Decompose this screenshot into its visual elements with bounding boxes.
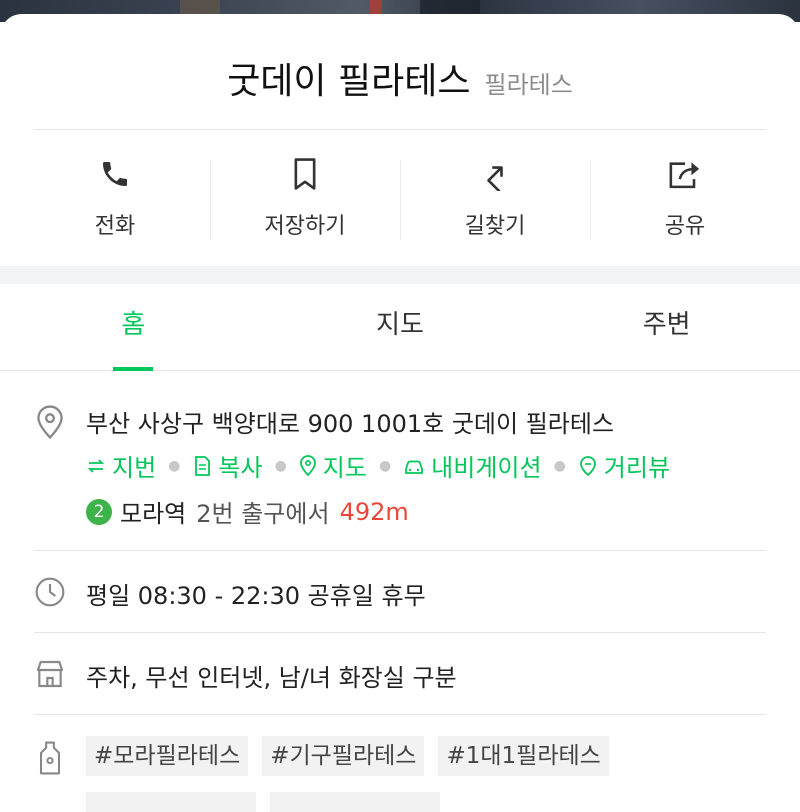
address-links: 지번 ● 복사 ● 지도 ● 내비게이션 ● 거리뷰: [86, 448, 670, 483]
location-pin-icon: [37, 405, 63, 440]
separator-dot: ●: [168, 457, 181, 474]
tab-nearby[interactable]: 주변: [533, 284, 800, 370]
copy-label: 복사: [218, 454, 263, 482]
phone-icon: [103, 162, 127, 186]
share-icon: [669, 162, 700, 189]
copy-icon: [195, 455, 211, 476]
map-link[interactable]: 지도: [299, 448, 367, 483]
tag-list: #모라필라테스 #기구필라테스 #1대1필라테스: [86, 736, 623, 776]
tag-list-overflow: [86, 792, 454, 812]
divider: [34, 550, 766, 551]
address-text: 부산 사상구 백양대로 900 1001호 굿데이 필라테스: [86, 410, 615, 438]
directions-button[interactable]: 길찾기: [400, 150, 590, 250]
tag-item-partial[interactable]: [270, 792, 440, 812]
separator-dot: ●: [274, 457, 287, 474]
tag-item-partial[interactable]: [86, 792, 256, 812]
save-button[interactable]: 저장하기: [210, 150, 400, 250]
share-button[interactable]: 공유: [590, 150, 780, 250]
tab-bar: 홈 지도 주변: [0, 284, 800, 371]
divider: [34, 129, 766, 130]
map-pin-icon: [299, 454, 316, 476]
directions-icon: [487, 166, 503, 191]
street-view-label: 거리뷰: [603, 454, 671, 482]
tag-item[interactable]: #기구필라테스: [262, 736, 425, 776]
share-label: 공유: [664, 214, 706, 239]
section-gap: [0, 266, 800, 284]
directions-label: 길찾기: [464, 214, 526, 239]
place-name: 굿데이 필라테스: [227, 61, 471, 102]
action-bar: 전화 저장하기 길찾기 공유: [20, 150, 780, 250]
subway-distance: 492m: [339, 497, 409, 526]
subway-info: 2 모라역 2번 출구에서 492m: [86, 494, 409, 529]
call-label: 전화: [94, 214, 136, 239]
tag-icon: [39, 741, 61, 775]
save-label: 저장하기: [264, 214, 346, 239]
tag-item[interactable]: #모라필라테스: [86, 736, 249, 776]
separator-dot: ●: [378, 457, 392, 474]
subway-exit: 2번 출구에서: [196, 500, 330, 528]
place-title-row: 굿데이 필라테스 필라테스: [0, 52, 800, 104]
tag-item[interactable]: #1대1필라테스: [438, 736, 609, 776]
place-category: 필라테스: [484, 71, 573, 99]
street-view-icon: [579, 455, 596, 476]
jibun-link[interactable]: 지번: [86, 448, 156, 483]
divider: [34, 632, 766, 633]
swap-icon: [87, 458, 105, 473]
divider: [34, 714, 766, 715]
tab-home[interactable]: 홈: [0, 284, 267, 371]
call-button[interactable]: 전화: [20, 150, 210, 250]
map-label: 지도: [322, 454, 367, 482]
street-view-link[interactable]: 거리뷰: [578, 448, 670, 483]
clock-icon: [35, 577, 65, 607]
separator-dot: ●: [553, 457, 566, 474]
navigation-link[interactable]: 내비게이션: [403, 448, 542, 483]
subway-station: 모라역: [120, 500, 187, 528]
subway-line-badge: 2: [86, 498, 112, 525]
jibun-label: 지번: [112, 454, 157, 482]
car-icon: [405, 460, 424, 474]
hours-text: 평일 08:30 - 22:30 공휴일 휴무: [86, 582, 426, 610]
amenities-text: 주차, 무선 인터넷, 남/녀 화장실 구분: [86, 664, 457, 692]
tab-map[interactable]: 지도: [267, 284, 534, 370]
bookmark-icon: [294, 158, 316, 190]
navigation-label: 내비게이션: [431, 454, 542, 482]
store-icon: [36, 660, 64, 688]
copy-link[interactable]: 복사: [192, 448, 263, 483]
